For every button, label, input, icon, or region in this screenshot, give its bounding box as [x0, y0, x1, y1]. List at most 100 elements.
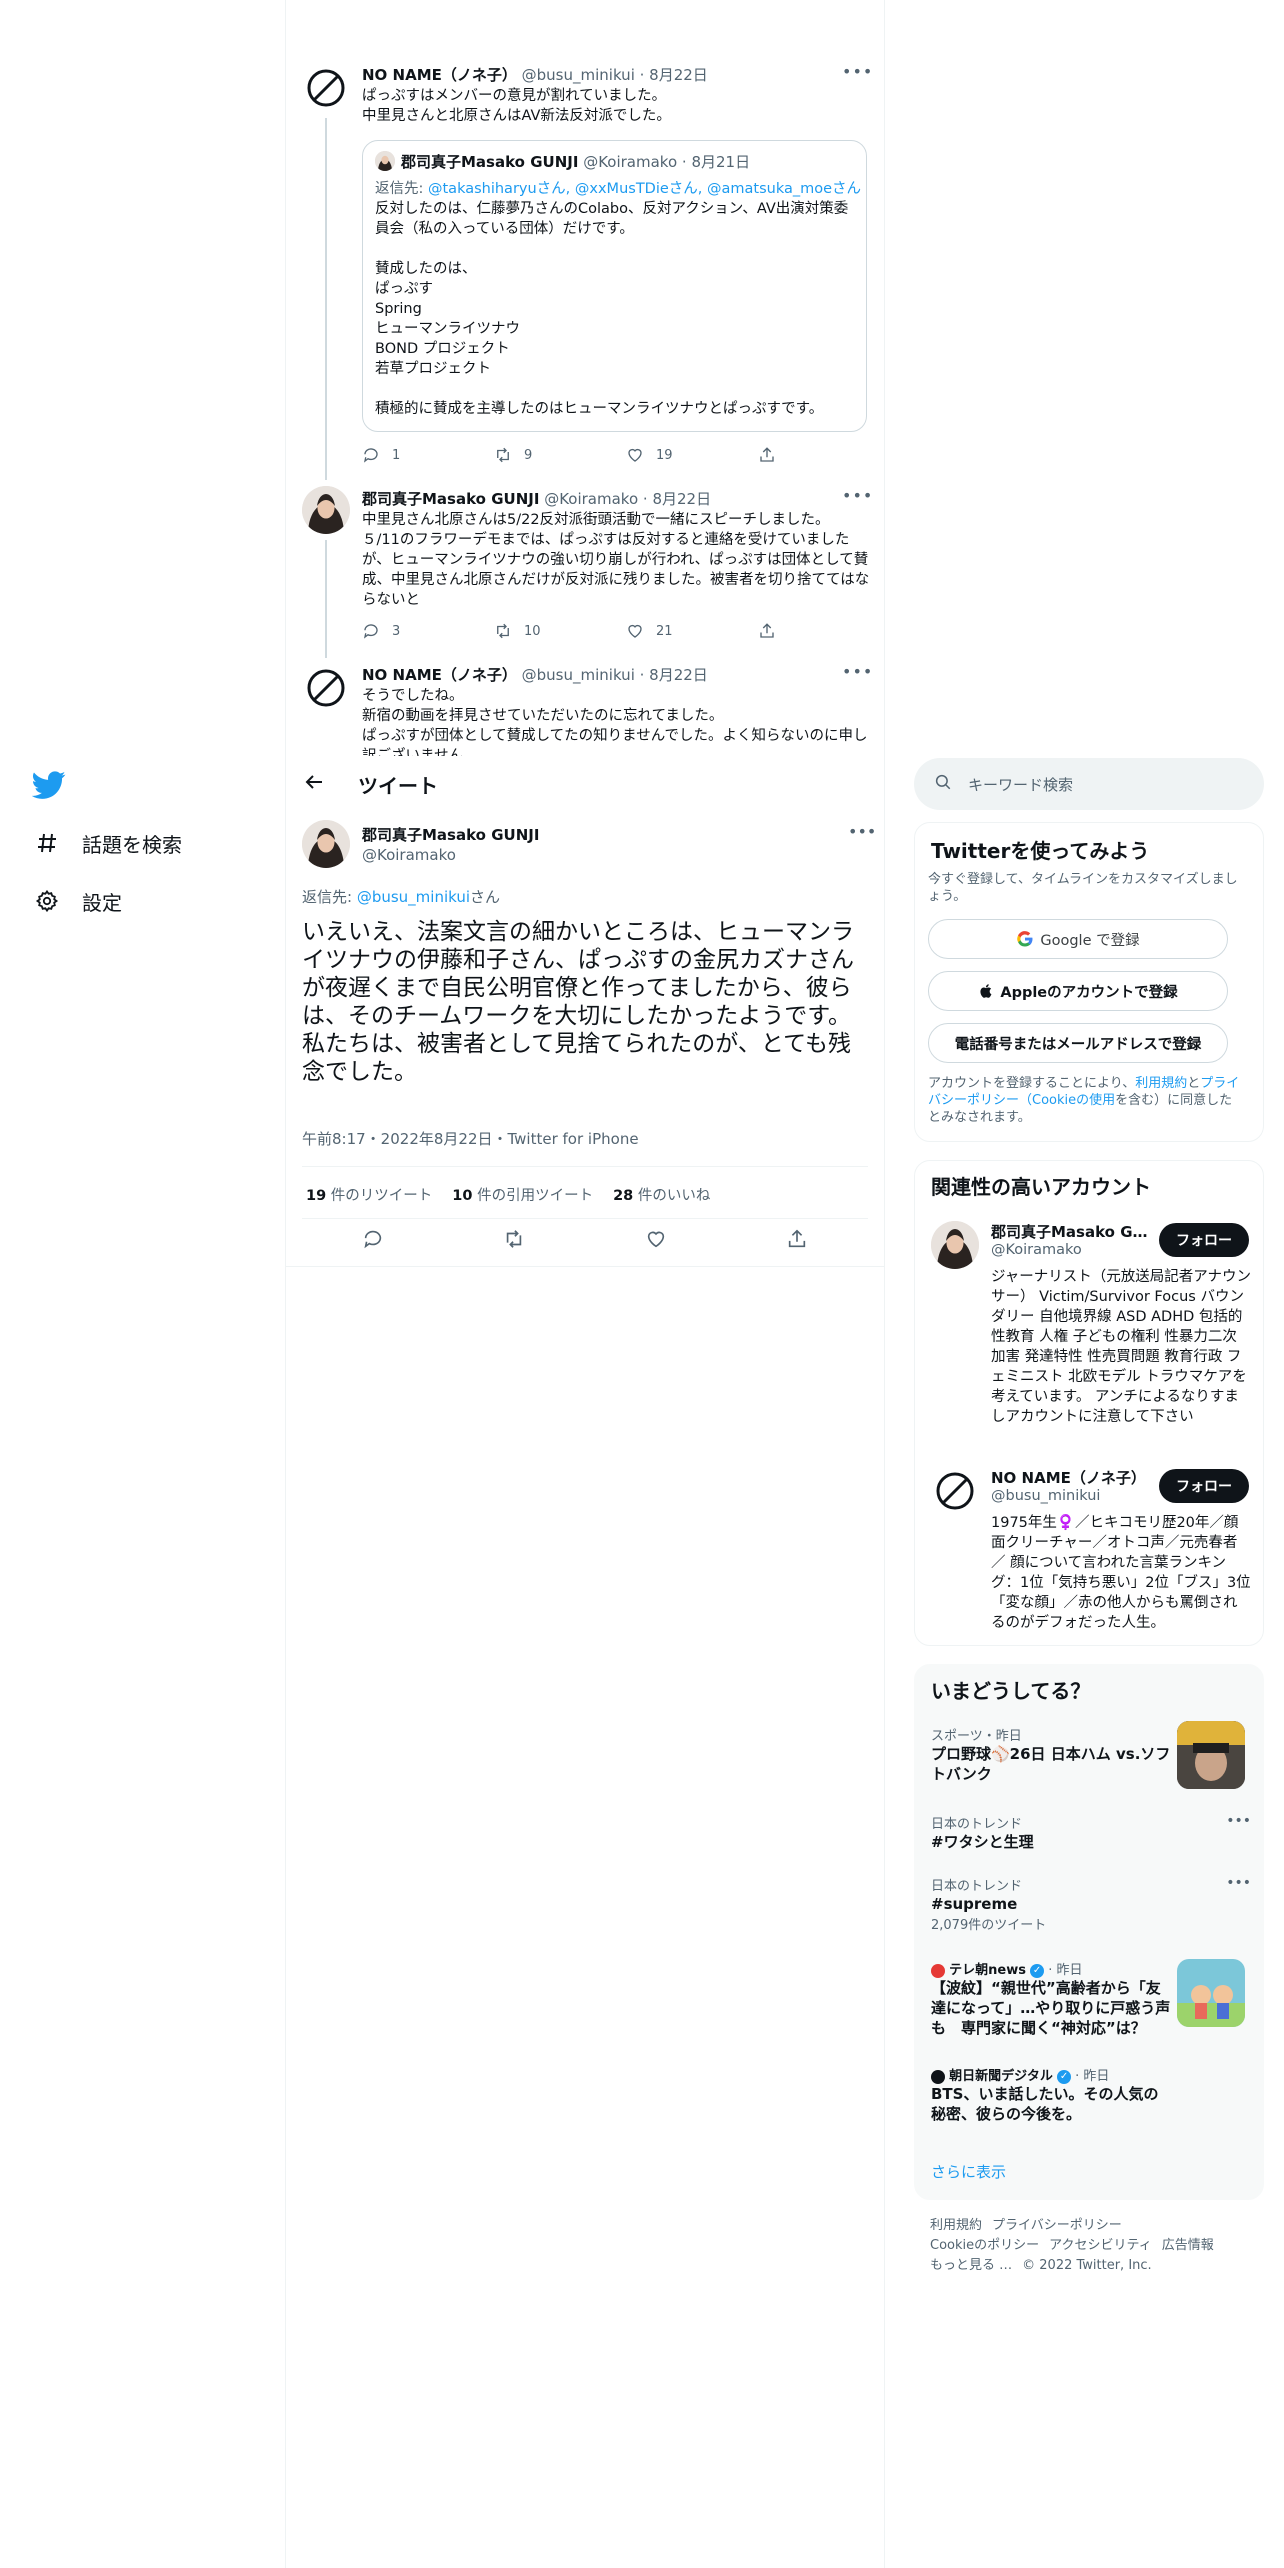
footer-link[interactable]: 広告情報 [1162, 2238, 1214, 2253]
nav-item-explore[interactable]: 話題を検索 [32, 828, 182, 858]
retweet-button[interactable]: 10 [494, 622, 626, 640]
search-placeholder: キーワード検索 [968, 775, 1074, 794]
retweet-icon[interactable] [503, 1228, 525, 1254]
quotes-stat[interactable]: 10 件の引用ツイート [452, 1184, 593, 1205]
reply-mentions[interactable]: @takashiharyuさん, @xxMusTDieさん, @amatsuka… [428, 181, 861, 197]
terms-link[interactable]: 利用規約 [1135, 1076, 1187, 1091]
account-handle[interactable]: @busu_minikui [991, 1488, 1100, 1504]
share-icon[interactable] [786, 1228, 808, 1254]
avatar[interactable] [931, 1221, 979, 1269]
footer-more-link[interactable]: もっと見る … [930, 2258, 1012, 2273]
heart-icon [628, 624, 642, 638]
more-options-icon[interactable]: ••• [848, 822, 876, 841]
more-options-icon[interactable]: ••• [842, 662, 873, 681]
reply-icon[interactable] [362, 1228, 384, 1254]
tweet-actions: 3 10 21 [362, 622, 884, 640]
tweet-date[interactable]: · 8月22日 [640, 666, 708, 684]
avatar[interactable] [302, 486, 350, 534]
retweets-stat[interactable]: 19 件のリツイート [306, 1184, 432, 1205]
legal-text: アカウントを登録することにより、 [928, 1076, 1136, 1091]
heart-icon[interactable] [645, 1228, 667, 1254]
footer-link[interactable]: アクセシビリティ [1049, 2238, 1152, 2253]
trend-item[interactable]: 日本のトレンド #ワタシと生理 ••• [931, 1813, 1251, 1852]
avatar[interactable] [302, 820, 350, 868]
signup-card: Twitterを使ってみよう 今すぐ登録して、タイムラインをカスタマイズしましょ… [914, 822, 1264, 1142]
quote-header: 郡司真子Masako GUNJI @Koiramako · 8月21日 [401, 151, 750, 172]
trend-meta: 日本のトレンド [931, 1817, 1023, 1832]
search-icon [934, 773, 952, 795]
likes-count: 28 [613, 1188, 634, 1204]
related-accounts-card: 関連性の高いアカウント 郡司真子Masako GUNJI @Koiramako … [914, 1160, 1264, 1646]
nav-item-settings[interactable]: 設定 [32, 886, 122, 916]
more-options-icon[interactable]: ••• [842, 486, 873, 505]
share-button[interactable] [758, 622, 884, 640]
back-arrow-icon[interactable] [302, 770, 326, 798]
phone-signup-button[interactable]: 電話番号またはメールアドレスで登録 [928, 1023, 1228, 1063]
author-handle[interactable]: @busu_minikui [522, 66, 635, 84]
follow-button[interactable]: フォロー [1159, 1223, 1249, 1257]
author-name[interactable]: NO NAME（ノネ子） [362, 666, 517, 684]
tweet-date[interactable]: · 8月22日 [640, 66, 708, 84]
show-more-link[interactable]: さらに表示 [931, 2161, 1006, 2182]
heart-icon [628, 448, 642, 462]
like-button[interactable]: 21 [626, 622, 758, 640]
tweet-text: 中里見さん北原さんは5/22反対派街頭活動で一緒にスピーチしました。 ５/11の… [362, 512, 870, 608]
tweet-timestamp[interactable]: 午前8:17・2022年8月22日・Twitter for iPhone [302, 1128, 639, 1149]
footer-link[interactable]: プライバシーポリシー [992, 2218, 1122, 2233]
tweet-stats: 19 件のリツイート 10 件の引用ツイート 28 件のいいね [306, 1184, 730, 1205]
author-handle[interactable]: @Koiramako [544, 490, 638, 508]
reply-button[interactable]: 1 [362, 446, 494, 464]
tweet-date[interactable]: · 8月22日 [643, 490, 711, 508]
like-button[interactable]: 19 [626, 446, 758, 464]
quoted-tweet[interactable]: 郡司真子Masako GUNJI @Koiramako · 8月21日 返信先:… [362, 140, 867, 432]
author-name[interactable]: NO NAME（ノネ子） [362, 66, 517, 84]
account-name[interactable]: 郡司真子Masako GUNJI [991, 1221, 1151, 1242]
likes-label: 件のいいね [633, 1188, 711, 1204]
verified-badge-icon: ✓ [1057, 2069, 1072, 2084]
tweet-text: そうでしたね。 新宿の動画を拝見させていただいたのに忘れてました。 ぱっぷすが団… [362, 688, 868, 756]
tweet-actions [302, 1228, 868, 1254]
no-entry-avatar-icon[interactable] [931, 1467, 979, 1515]
retweet-button[interactable]: 9 [494, 446, 626, 464]
share-button[interactable] [758, 446, 884, 464]
author-handle[interactable]: @busu_minikui [522, 666, 635, 684]
trend-title: プロ野球⚾️26日 日本ハム vs.ソフトバンク [931, 1745, 1171, 1783]
retweet-count: 10 [524, 623, 541, 639]
news-source-icon [931, 2069, 945, 2084]
source-name: テレ朝news [949, 1963, 1026, 1978]
no-entry-avatar-icon[interactable] [302, 64, 350, 112]
reply-mention[interactable]: @busu_minikui [357, 888, 470, 906]
twitter-logo-icon[interactable] [31, 768, 66, 802]
apple-signup-button[interactable]: Appleのアカウントで登録 [928, 971, 1228, 1011]
author-name[interactable]: 郡司真子Masako GUNJI [362, 490, 539, 508]
news-source-icon [931, 1963, 945, 1978]
more-options-icon[interactable]: ••• [1226, 1813, 1251, 1829]
source-time: · 昨日 [1048, 1963, 1083, 1978]
likes-stat[interactable]: 28 件のいいね [613, 1184, 710, 1205]
divider [302, 1166, 868, 1167]
trend-item[interactable]: 日本のトレンド #supreme 2,079件のツイート ••• [931, 1875, 1251, 1933]
search-input[interactable]: キーワード検索 [914, 758, 1264, 810]
trend-item[interactable]: 朝日新聞デジタル ✓ · 昨日 BTS、いま話したい。その人気の秘密、彼らの今後… [931, 2065, 1251, 2124]
more-options-icon[interactable]: ••• [1226, 1875, 1251, 1891]
reply-button[interactable]: 3 [362, 622, 494, 640]
thread-connector [325, 540, 327, 658]
more-options-icon[interactable]: ••• [842, 62, 873, 81]
avatar [375, 151, 395, 171]
no-entry-avatar-icon[interactable] [302, 664, 350, 712]
retweet-count: 9 [524, 447, 533, 463]
apple-icon [980, 984, 992, 998]
trend-title: 【波紋】“親世代”高齢者から「友達になって」…やり取りに戸惑う声も 専門家に聞く… [931, 1979, 1171, 2037]
account-name[interactable]: NO NAME（ノネ子） [991, 1467, 1151, 1488]
google-signup-button[interactable]: Google で登録 [928, 919, 1228, 959]
retweet-icon [497, 623, 509, 639]
source-name: 朝日新聞デジタル [949, 2069, 1053, 2084]
follow-button[interactable]: フォロー [1159, 1469, 1249, 1503]
footer-link[interactable]: Cookieのポリシー [930, 2238, 1039, 2253]
tweet-header: 郡司真子Masako GUNJI @Koiramako · 8月22日 [362, 488, 711, 509]
like-count: 21 [656, 623, 673, 639]
account-handle[interactable]: @Koiramako [991, 1242, 1082, 1258]
footer-link[interactable]: 利用規約 [930, 2218, 982, 2233]
author-handle[interactable]: @Koiramako [362, 846, 456, 864]
author-name[interactable]: 郡司真子Masako GUNJI [362, 824, 539, 845]
